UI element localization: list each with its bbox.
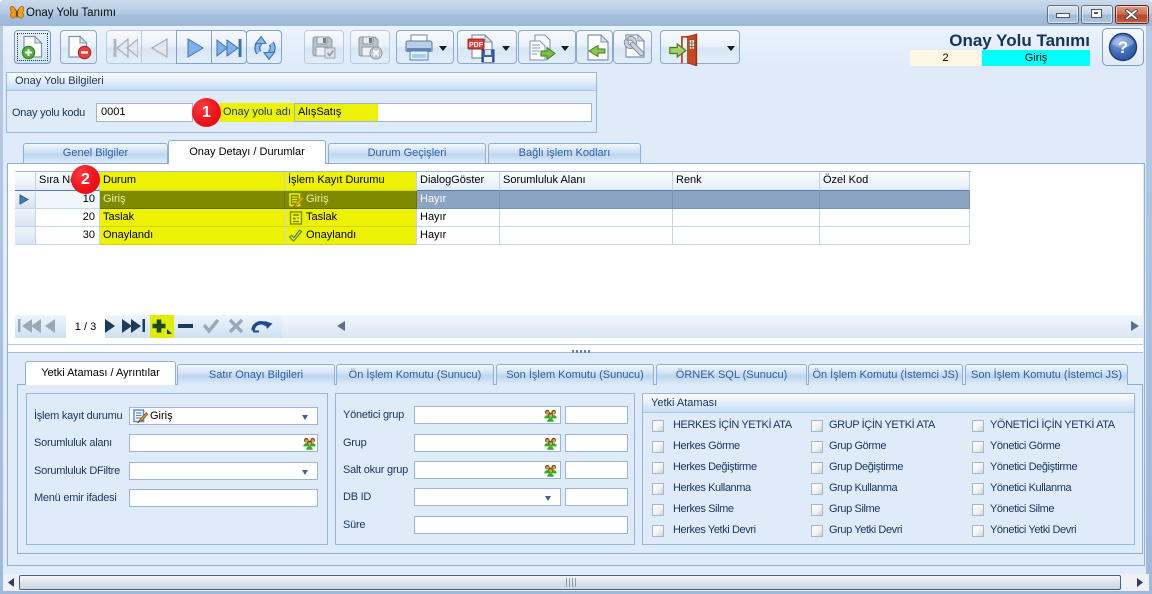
svg-text:PDF: PDF — [469, 42, 484, 49]
svg-text:?: ? — [1118, 38, 1128, 57]
